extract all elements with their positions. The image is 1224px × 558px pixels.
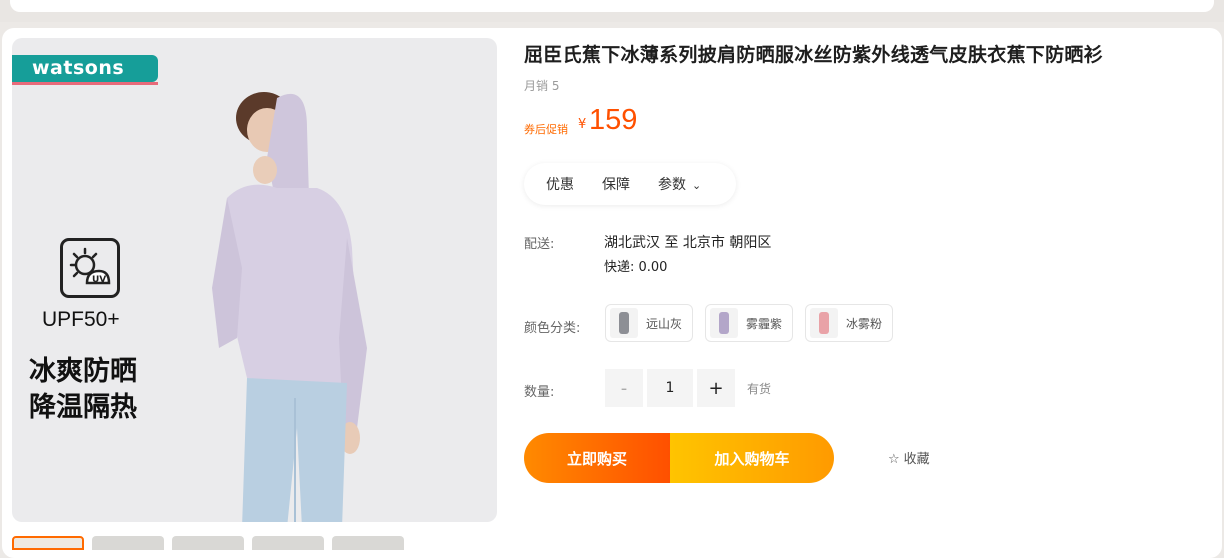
add-to-cart-button[interactable]: 加入购物车 [670,433,834,483]
quantity-plus-button[interactable]: + [697,369,735,407]
color-option[interactable]: 雾霾紫 [705,304,794,342]
color-option-label: 冰雾粉 [846,316,883,331]
stock-status: 有货 [747,381,772,396]
price-currency: ¥ [578,117,587,132]
color-option[interactable]: 冰雾粉 [805,304,894,342]
color-option-label: 远山灰 [646,316,683,331]
color-option[interactable]: 远山灰 [605,304,694,342]
shipping-route[interactable]: 湖北武汉 至 北京市 朝阳区 [604,232,771,252]
monthly-sales: 月销 5 [524,79,560,93]
price-label: 券后促销 [524,123,568,136]
favorite-button[interactable]: ☆ 收藏 [888,448,930,467]
thumbnail-strip [12,536,404,550]
quantity-label: 数量: [524,385,555,400]
product-title: 屈臣氏蕉下冰薄系列披肩防晒服冰丝防紫外线透气皮肤衣蕉下防晒衫 [524,44,1104,66]
info-tabs: 优惠 保障 参数 ⌄ [524,163,736,205]
color-option-label: 雾霾紫 [746,316,783,331]
thumbnail[interactable] [92,536,164,550]
shipping-label: 配送: [524,237,555,252]
promo-text: 冰爽防晒 降温隔热 [29,354,137,426]
color-swatch [610,308,638,338]
thumbnail[interactable] [332,536,404,550]
star-icon: ☆ [888,452,900,467]
color-swatch [710,308,739,338]
tab-parameters[interactable]: 参数 ⌄ [658,174,701,194]
upf-rating: UPF50+ [42,308,120,331]
promo-line: 冰爽防晒 [29,356,137,387]
quantity-stepper: - 1 + 有货 [605,369,771,407]
color-label: 颜色分类: [524,321,581,336]
promo-line: 降温隔热 [29,392,137,423]
tab-guarantee[interactable]: 保障 [602,174,630,194]
favorite-label: 收藏 [903,452,930,467]
color-swatch [810,308,839,338]
thumbnail[interactable] [252,536,324,550]
thumbnail[interactable] [172,536,244,550]
previous-card [10,0,1214,12]
chevron-down-icon: ⌄ [692,179,702,192]
product-main-image[interactable]: watsons UV UPF50+ 冰爽防晒 降温隔热 [12,38,497,522]
quantity-input[interactable]: 1 [647,369,693,407]
tab-discounts[interactable]: 优惠 [546,174,574,194]
tab-label: 优惠 [546,177,574,193]
color-options: 远山灰 雾霾紫 冰雾粉 [605,304,894,342]
svg-text:UV: UV [92,275,106,285]
shipping-fee: 快递: 0.00 [604,260,668,275]
brand-logo: watsons [12,55,158,82]
tab-label: 参数 [658,177,686,193]
brand-logo-stripe [12,82,158,85]
uv-sun-icon: UV [60,238,120,298]
model-photo [212,92,367,522]
quantity-minus-button[interactable]: - [605,369,643,407]
product-price: 159 [589,104,638,136]
buy-now-button[interactable]: 立即购买 [524,433,670,483]
thumbnail[interactable] [12,536,84,550]
tab-label: 保障 [602,177,630,193]
